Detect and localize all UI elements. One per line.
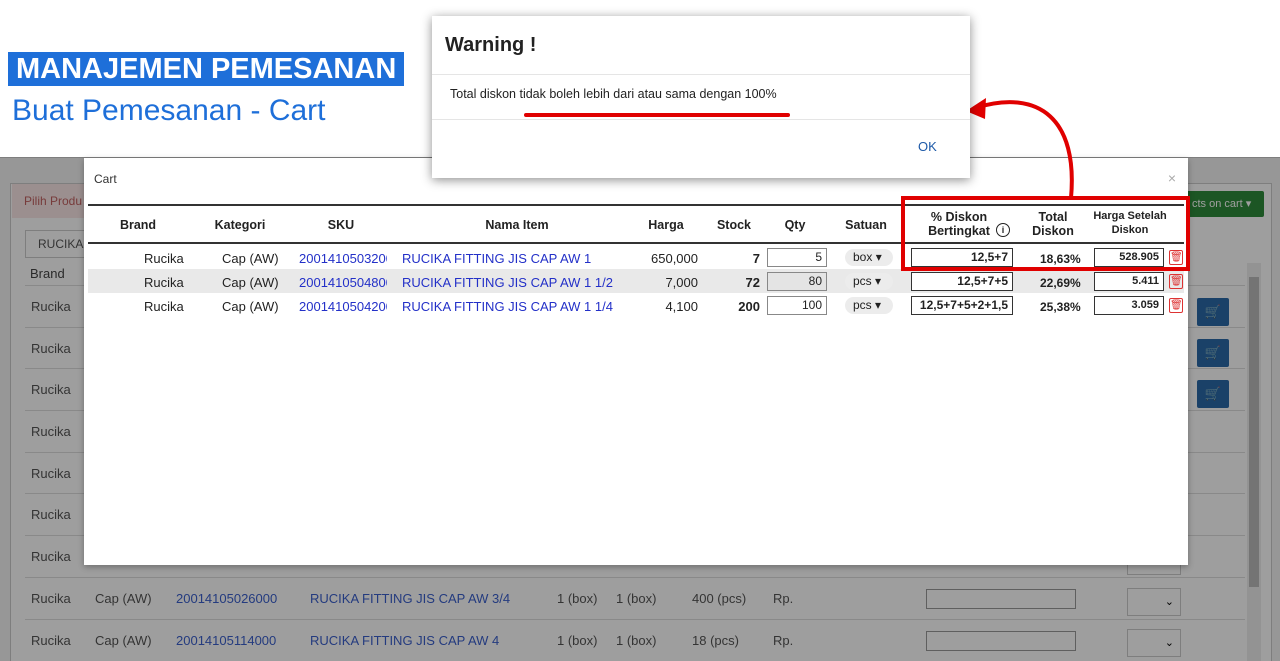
- message-underline: [524, 113, 790, 117]
- divider: [432, 119, 970, 120]
- warning-dialog: Warning ! Total diskon tidak boleh lebih…: [432, 16, 970, 178]
- warning-message: Total diskon tidak boleh lebih dari atau…: [450, 87, 777, 101]
- page: MANAJEMEN PEMESANAN Buat Pemesanan - Car…: [0, 0, 1280, 661]
- divider: [432, 74, 970, 75]
- ok-button[interactable]: OK: [918, 139, 937, 154]
- warning-title: Warning !: [445, 34, 537, 56]
